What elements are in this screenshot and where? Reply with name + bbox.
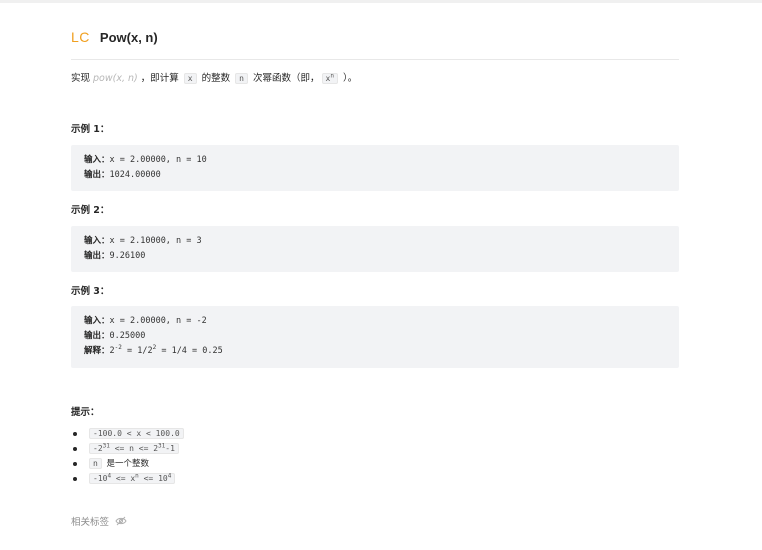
example-3-title: 示例 3： xyxy=(71,286,110,297)
input-value: x = 2.00000, n = 10 xyxy=(109,155,207,165)
desc-text: 实现 xyxy=(71,73,94,84)
hint-text: 是一个整数 xyxy=(103,459,150,469)
pow-link[interactable]: pow(x, n) xyxy=(93,73,138,84)
desc-text: ，即计算 xyxy=(137,73,182,84)
explain-part: = 1/2 xyxy=(121,346,153,356)
example-3-input: 输入：x = 2.00000, n = -2 xyxy=(84,314,679,329)
hint-part: <= n <= 2 xyxy=(109,444,159,453)
hint-part: <= 10 xyxy=(138,474,168,483)
example-3-explain: 解释：2-2 = 1/22 = 1/4 = 0.25 xyxy=(84,344,679,359)
title-row: LC Pow(x, n) xyxy=(71,29,158,45)
example-3-box: 输入：x = 2.00000, n = -2 输出：0.25000 解释：2-2… xyxy=(71,306,679,368)
top-bar xyxy=(0,0,762,3)
explain-sup: -2 xyxy=(114,344,122,352)
input-value: x = 2.00000, n = -2 xyxy=(109,316,207,326)
desc-text: 次幂函数（即， xyxy=(250,73,320,84)
example-3-output: 输出：0.25000 xyxy=(84,329,679,344)
hint-part: <= x xyxy=(111,474,136,483)
input-value: x = 2.10000, n = 3 xyxy=(109,236,202,246)
hint-item: n 是一个整数 xyxy=(73,456,186,471)
output-value: 1024.00000 xyxy=(109,170,161,180)
hint-code: -104 <= xn <= 104 xyxy=(89,472,176,484)
example-1-output: 输出：1024.00000 xyxy=(84,168,679,183)
example-2-title: 示例 2： xyxy=(71,205,110,216)
problem-title[interactable]: Pow(x, n) xyxy=(100,30,158,45)
eye-slash-icon[interactable] xyxy=(115,516,127,526)
hint-part: -2 xyxy=(93,444,103,453)
input-label: 输入： xyxy=(84,236,110,246)
output-value: 9.26100 xyxy=(109,251,146,261)
hint-item: -231 <= n <= 231-1 xyxy=(73,441,186,456)
code-n: n xyxy=(235,73,248,84)
example-1-title: 示例 1： xyxy=(71,124,110,135)
output-label: 输出： xyxy=(84,170,110,180)
example-2-output: 输出：9.26100 xyxy=(84,249,679,264)
explain-label: 解释： xyxy=(84,346,110,356)
problem-description: 实现 pow(x, n) ，即计算 x 的整数 n 次幂函数（即， xn ）。 xyxy=(71,71,357,87)
example-2-box: 输入：x = 2.10000, n = 3 输出：9.26100 xyxy=(71,226,679,272)
title-divider xyxy=(71,59,679,60)
hint-sup: 4 xyxy=(167,472,172,480)
input-label: 输入： xyxy=(84,155,110,165)
hint-part: -1 xyxy=(165,444,175,453)
example-2-input: 输入：x = 2.10000, n = 3 xyxy=(84,234,679,249)
related-tags[interactable]: 相关标签 xyxy=(71,514,127,528)
example-1-box: 输入：x = 2.00000, n = 10 输出：1024.00000 xyxy=(71,145,679,191)
output-label: 输出： xyxy=(84,251,110,261)
related-tags-label[interactable]: 相关标签 xyxy=(71,514,109,528)
desc-text: 的整数 xyxy=(198,73,234,84)
pow-link-text[interactable]: pow(x, n) xyxy=(93,73,138,84)
hint-code: -231 <= n <= 231-1 xyxy=(89,443,179,454)
hints-list: -100.0 < x < 100.0 -231 <= n <= 231-1 n … xyxy=(73,426,186,486)
lc-logo: LC xyxy=(71,29,90,45)
hint-code: -100.0 < x < 100.0 xyxy=(89,428,184,439)
hint-sup: 31 xyxy=(102,442,110,450)
output-label: 输出： xyxy=(84,331,110,341)
hints-title: 提示： xyxy=(71,407,100,418)
code-xn: xn xyxy=(321,72,338,84)
hint-item: -104 <= xn <= 104 xyxy=(73,471,186,486)
hint-item: -100.0 < x < 100.0 xyxy=(73,426,186,441)
input-label: 输入： xyxy=(84,316,110,326)
hint-code: n xyxy=(89,458,102,469)
example-1-input: 输入：x = 2.00000, n = 10 xyxy=(84,153,679,168)
code-x: x xyxy=(183,73,197,84)
hint-part: -10 xyxy=(93,474,108,483)
desc-text: ）。 xyxy=(339,73,358,84)
explain-part: = 1/4 = 0.25 xyxy=(156,346,223,356)
output-value: 0.25000 xyxy=(109,331,146,341)
code-xn-sup: n xyxy=(330,72,334,80)
